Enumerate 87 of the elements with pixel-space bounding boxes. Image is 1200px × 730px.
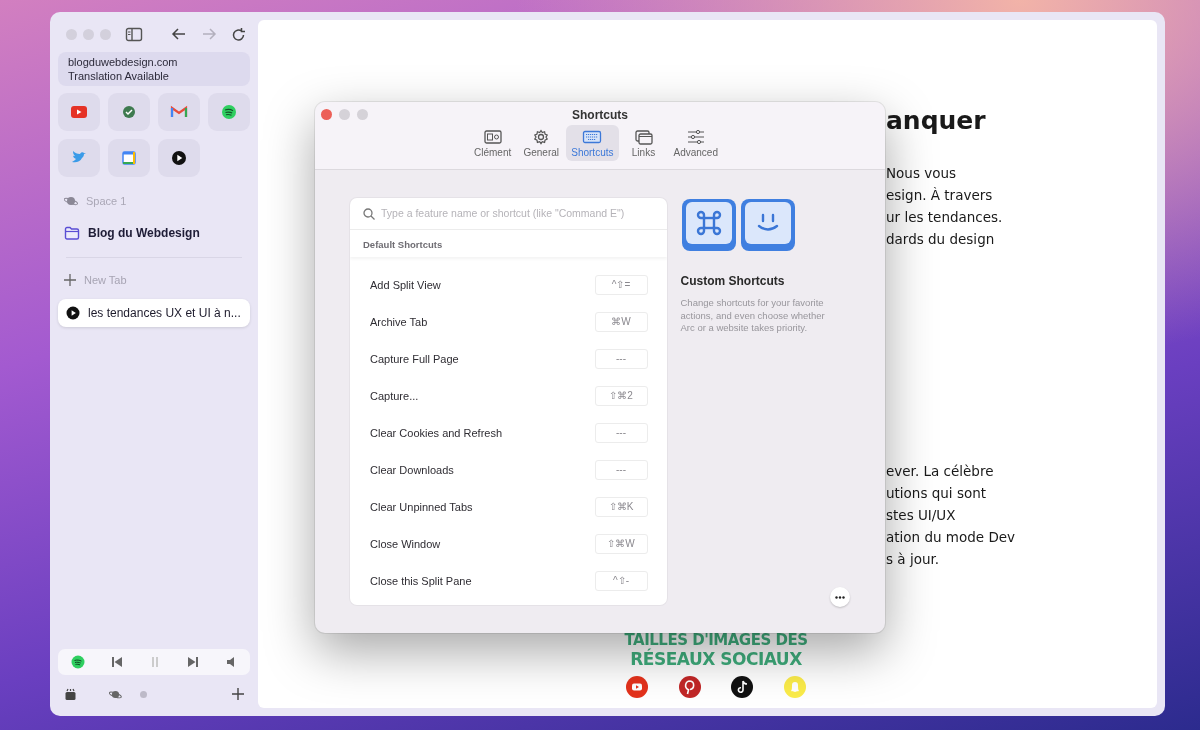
paragraph-text: utions qui sont [886,484,988,503]
sidebar-toggle[interactable] [125,26,143,42]
search-icon [363,207,375,220]
paragraph-text: esign. À travers [886,186,994,205]
address-bar[interactable]: blogduwebdesign.com Translation Available [58,52,250,86]
smiley-key-icon [739,198,796,252]
dot-icon [140,690,147,698]
windows-icon [633,128,654,146]
reload-icon [231,26,246,42]
shortcut-key-field[interactable]: ⌘W [594,311,648,332]
close-button[interactable] [321,109,332,120]
shortcut-name: Capture... [370,388,419,404]
pause-icon [149,656,161,668]
shortcut-key-field[interactable]: ^⇧- [594,570,648,591]
info-title: Custom Shortcuts [680,273,786,290]
volume-button[interactable] [225,656,237,668]
sidebar-icon [125,26,143,42]
shortcut-name: Clear Unpinned Tabs [370,499,473,515]
shortcut-name: Clear Downloads [370,462,454,478]
window-title: Shortcuts [572,108,628,122]
new-space-button[interactable] [232,688,244,700]
id-card-icon [482,128,503,146]
info-text: Change shortcuts for your favorite actions, and even choose whether Arc or a website takes priority. [680,297,826,335]
new-tab-button[interactable]: New Tab [84,271,127,288]
settings-tab[interactable]: Shortcuts [566,125,619,161]
next-icon [187,656,199,668]
folder-name[interactable]: Blog du Webdesign [88,223,200,242]
shortcut-key-field[interactable]: --- [594,422,648,443]
settings-tab[interactable]: General [518,125,565,161]
previous-icon [111,656,123,668]
archive-button[interactable] [64,687,77,701]
shortcut-name: Close this Split Pane [370,573,472,589]
banner-title: TAILLES D'IMAGES DES [624,632,808,649]
paragraph-text: s à jour. [886,550,941,569]
folder-icon [64,225,80,240]
space-name: Space 1 [86,194,127,209]
paragraph-text: stes UI/UX [886,506,957,525]
shortcut-key-field[interactable]: ⇧⌘K [594,496,648,517]
music-icon [71,655,85,669]
shortcut-key-field[interactable]: --- [594,348,648,369]
ellipsis-icon [835,595,845,599]
page-heading: anquer [886,106,987,136]
settings-tab[interactable]: Advanced [668,125,723,161]
shortcut-name: Archive Tab [370,314,428,330]
forward-arrow-icon [201,27,217,41]
archive-icon [64,687,77,701]
calendar-icon [119,148,139,168]
plus-icon [232,688,244,700]
plus-icon [64,273,76,286]
url-text: blogduwebdesign.com [68,55,179,69]
shortcut-key-field[interactable]: ⇧⌘2 [594,385,648,406]
command-key-icon [680,198,737,252]
settings-tab[interactable]: Clément [469,125,517,161]
shortcut-name: Capture Full Page [370,351,459,367]
back-button[interactable] [171,27,187,41]
next-button[interactable] [187,656,199,668]
keyboard-icon [582,128,603,146]
paragraph-text: ur les tendances. [886,208,1004,227]
settings-tab[interactable]: Links [620,125,667,161]
shortcut-name: Add Split View [370,277,441,293]
play-icon [169,148,189,168]
paragraph-text: Nous vous [886,164,958,183]
back-arrow-icon [171,27,187,41]
paragraph-text: ation du mode Dev [886,528,1017,547]
paragraph-text: ever. La célèbre [886,462,995,481]
speaker-icon [225,656,237,668]
previous-button[interactable] [111,656,123,668]
shortcut-key-field[interactable]: ^⇧= [594,274,648,295]
sidebar-tab[interactable]: les tendances UX et UI à n... [58,299,250,327]
planet-icon [64,195,78,208]
planet-icon [109,688,122,700]
paragraph-text: dards du design [886,230,996,249]
shortcut-key-field[interactable]: --- [594,459,648,480]
translation-notice: Translation Available [68,69,170,83]
music-icon [219,102,239,122]
shortcut-name: Close Window [370,536,441,552]
pinned-tab[interactable] [158,139,200,177]
reload-button[interactable] [231,26,246,42]
shortcut-name: Clear Cookies and Refresh [370,425,503,441]
sliders-icon [685,128,706,146]
section-header: Default Shortcuts [350,230,667,258]
banner-title: RÉSEAUX SOCIAUX [630,649,802,669]
shortcut-key-field[interactable]: ⇧⌘W [594,533,648,554]
space-button[interactable] [109,688,122,700]
search-field[interactable]: Type a feature name or shortcut (like "Command E") [381,205,667,222]
play-icon [66,306,80,320]
more-button[interactable] [830,587,850,607]
